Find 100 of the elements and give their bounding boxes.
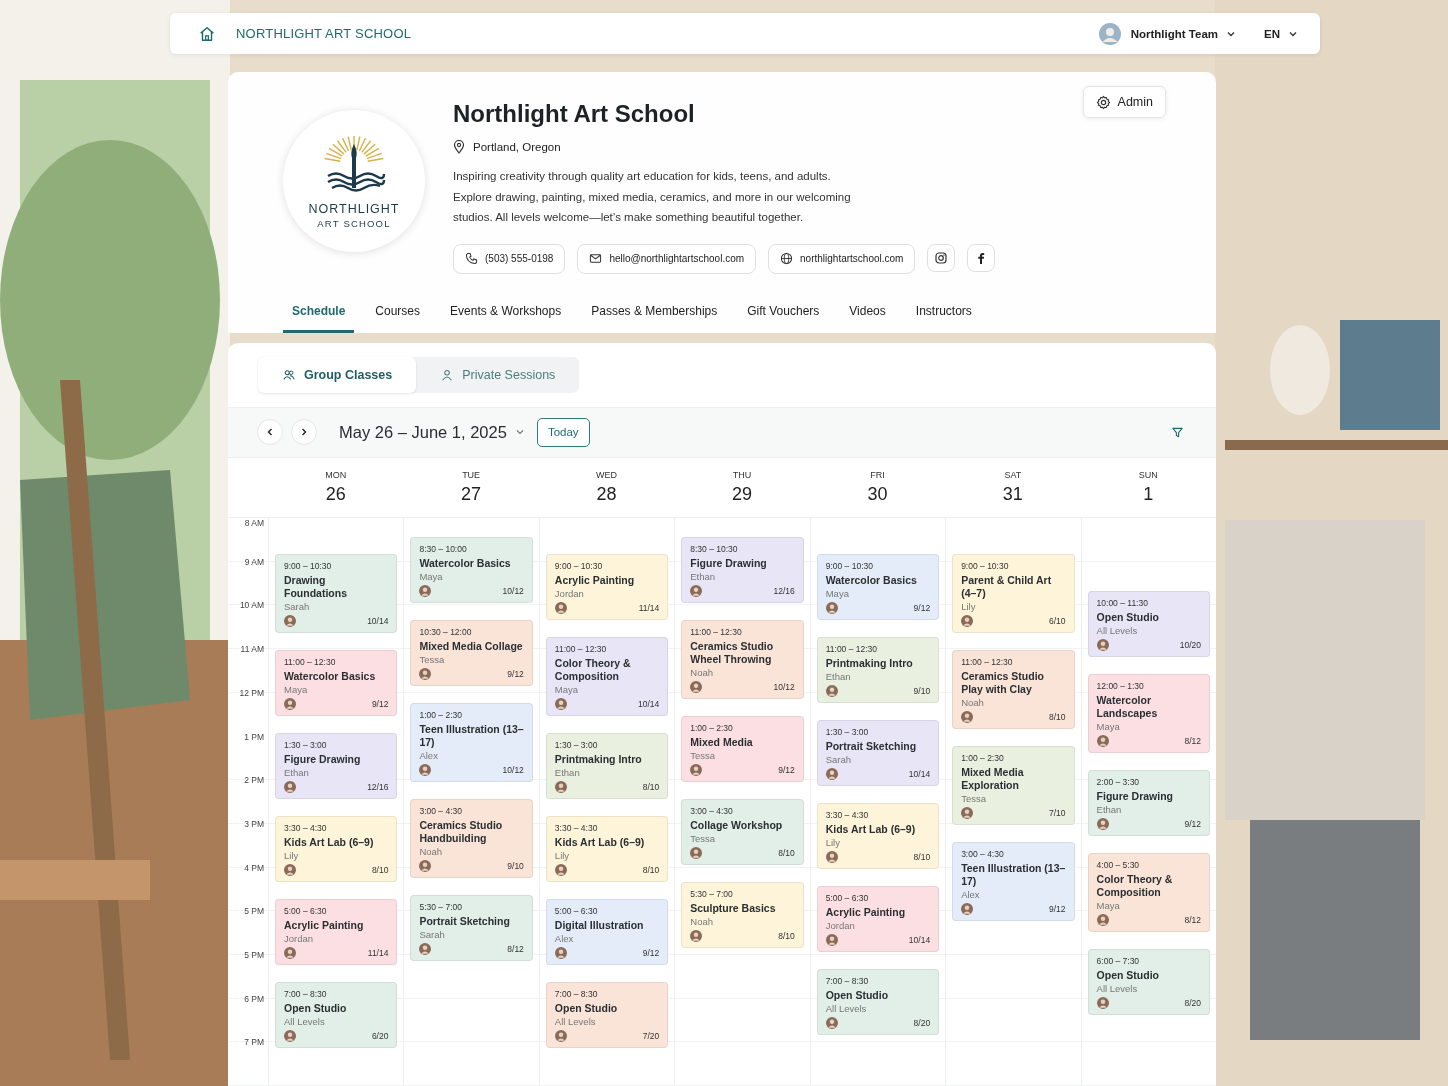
account-menu[interactable]: Northlight Team [1130,27,1218,40]
class-card[interactable]: 3:00 – 4:30 Ceramics Studio Handbuilding Noah 9/10 [410,799,533,879]
class-card[interactable]: 11:00 – 12:30 Watercolor Basics Maya 9/12 [275,650,398,717]
class-card[interactable]: 5:00 – 6:30 Digital Illustration Alex 9/12 [545,899,669,966]
filter-icon[interactable] [1171,425,1184,439]
nav-tab[interactable]: Videos [840,304,895,333]
class-card[interactable]: 8:30 – 10:30 Figure Drawing Ethan 12/16 [681,537,804,604]
class-title: Watercolor Basics [419,557,512,571]
class-card[interactable]: 2:00 – 3:30 Figure Drawing Ethan 9/12 [1087,770,1210,837]
enrollment-count: 8/10 [913,852,931,863]
class-title: Watercolor Basics [825,574,918,588]
session-type-tab[interactable]: Private Sessions [416,357,580,393]
time-label: 3 PM [244,818,264,831]
class-card[interactable]: 11:00 – 12:30 Printmaking Intro Ethan 9/10 [816,637,940,704]
class-card[interactable]: 3:00 – 4:30 Collage Workshop Tessa 8/10 [681,799,804,866]
class-card[interactable]: 5:30 – 7:00 Portrait Sketching Sarah 8/12 [410,895,533,962]
class-card[interactable]: 1:00 – 2:30 Mixed Media Exploration Tessa 7/10 [952,746,1075,826]
instructor-name: Ethan [284,767,310,779]
class-card[interactable]: 5:00 – 6:30 Acrylic Painting Jordan 11/14 [275,899,398,966]
website-link[interactable]: northlightartschool.com [768,243,916,274]
class-card[interactable]: 9:00 – 10:30 Watercolor Basics Maya 9/12 [816,554,940,621]
class-time: 1:30 – 3:00 [825,727,870,738]
class-title: Mixed Media [690,736,754,750]
instructor-name: All Levels [825,1003,868,1015]
class-card[interactable]: 1:00 – 2:30 Mixed Media Tessa 9/12 [681,716,804,783]
admin-button[interactable]: Admin [1082,86,1166,118]
instructor-name: All Levels [1096,625,1139,637]
language-menu[interactable]: EN [1264,27,1280,40]
home-icon[interactable] [198,24,216,43]
class-title: Figure Drawing [284,753,362,767]
class-card[interactable]: 1:00 – 2:30 Teen Illustration (13–17) Alex 10/12 [410,703,533,783]
class-card[interactable]: 3:30 – 4:30 Kids Art Lab (6–9) Lily 8/10 [545,816,669,883]
enrollment-count: 8/10 [642,865,660,876]
enrollment-count: 8/12 [1184,736,1201,747]
phone-link[interactable]: (503) 555-0198 [453,243,566,274]
nav-tab[interactable]: Schedule [283,304,355,333]
avatar-icon [825,602,838,615]
class-time: 10:30 – 12:00 [419,627,473,638]
avatar-icon [554,1030,567,1043]
brand-link[interactable]: NORTHLIGHT ART SCHOOL [236,26,412,41]
today-button[interactable]: Today [536,417,590,447]
class-card[interactable]: 5:30 – 7:00 Sculpture Basics Noah 8/10 [681,882,804,949]
instructor-name: Alex [554,933,575,945]
enrollment-count: 9/12 [778,765,795,776]
nav-tab[interactable]: Events & Workshops [441,304,571,333]
email-link[interactable]: hello@northlightartschool.com [577,243,757,274]
class-title: Printmaking Intro [554,753,643,767]
class-card[interactable]: 9:00 – 10:30 Parent & Child Art (4–7) Lily 6/10 [952,554,1075,634]
class-card[interactable]: 6:00 – 7:30 Open Studio All Levels 8/20 [1087,949,1210,1016]
session-type-tab[interactable]: Group Classes [258,357,417,393]
class-card[interactable]: 3:30 – 4:30 Kids Art Lab (6–9) Lily 8/10 [275,816,398,883]
enrollment-count: 9/12 [1184,819,1201,830]
class-card[interactable]: 5:00 – 6:30 Acrylic Painting Jordan 10/14 [816,886,940,953]
class-card[interactable]: 1:30 – 3:00 Printmaking Intro Ethan 8/10 [545,733,669,800]
nav-tab[interactable]: Instructors [906,304,981,333]
class-title: Kids Art Lab (6–9) [825,823,917,837]
enrollment-count: 8/12 [1184,915,1201,926]
class-card[interactable]: 9:00 – 10:30 Drawing Foundations Sarah 10/14 [275,554,398,634]
class-card[interactable]: 1:30 – 3:00 Portrait Sketching Sarah 10/14 [816,720,940,787]
class-card[interactable]: 7:00 – 8:30 Open Studio All Levels 7/20 [545,982,669,1049]
enrollment-count: 8/10 [1049,712,1066,723]
class-card[interactable]: 4:00 – 5:30 Color Theory & Composition Maya 8/12 [1087,853,1210,933]
instructor-name: Sarah [825,754,853,766]
date-number: 1 [1143,483,1154,505]
avatar-icon [825,934,838,947]
class-title: Acrylic Painting [825,906,907,920]
class-card[interactable]: 7:00 – 8:30 Open Studio All Levels 8/20 [816,969,940,1036]
enrollment-count: 6/20 [371,1031,389,1042]
class-card[interactable]: 7:00 – 8:30 Open Studio All Levels 6/20 [275,982,398,1049]
class-card[interactable]: 10:00 – 11:30 Open Studio All Levels 10/20 [1087,591,1210,658]
phone-icon [465,252,478,265]
location-pin-icon [453,140,465,154]
class-card[interactable]: 11:00 – 12:30 Color Theory & Composition Maya 10/14 [545,637,669,717]
nav-tab[interactable]: Passes & Memberships [582,304,727,333]
chevron-left-icon [265,427,275,438]
avatar-icon [1096,914,1109,927]
instructor-name: Tessa [690,833,717,845]
instructor-name: Maya [554,684,580,696]
facebook-icon[interactable] [967,243,996,272]
avatar-icon [419,668,432,681]
date-range-picker[interactable]: May 26 – June 1, 2025 [339,422,507,442]
class-card[interactable]: 3:30 – 4:30 Kids Art Lab (6–9) Lily 8/10 [816,803,940,870]
class-card[interactable]: 1:30 – 3:00 Figure Drawing Ethan 12/16 [275,733,398,800]
class-card[interactable]: 11:00 – 12:30 Ceramics Studio Wheel Throwing Noah 10/12 [681,620,804,700]
class-title: Mixed Media Collage [419,640,524,654]
class-card[interactable]: 12:00 – 1:30 Watercolor Landscapes Maya 8/12 [1087,674,1210,754]
instagram-icon[interactable] [927,243,956,272]
nav-tab[interactable]: Gift Vouchers [738,304,829,333]
avatar-icon [554,698,567,711]
avatar-icon [554,781,567,794]
class-card[interactable]: 9:00 – 10:30 Acrylic Painting Jordan 11/14 [545,554,669,621]
class-card[interactable]: 3:00 – 4:30 Teen Illustration (13–17) Alex 9/12 [952,842,1075,922]
class-title: Sculpture Basics [690,902,777,916]
class-card[interactable]: 10:30 – 12:00 Mixed Media Collage Tessa 9/12 [410,620,533,687]
nav-tab[interactable]: Courses [366,304,430,333]
class-card[interactable]: 11:00 – 12:30 Ceramics Studio Play with Clay Noah 8/10 [952,650,1075,730]
avatar-icon [961,711,974,724]
class-card[interactable]: 8:30 – 10:00 Watercolor Basics Maya 10/12 [410,537,533,604]
class-title: Printmaking Intro [825,657,914,671]
avatar-icon [825,851,838,864]
